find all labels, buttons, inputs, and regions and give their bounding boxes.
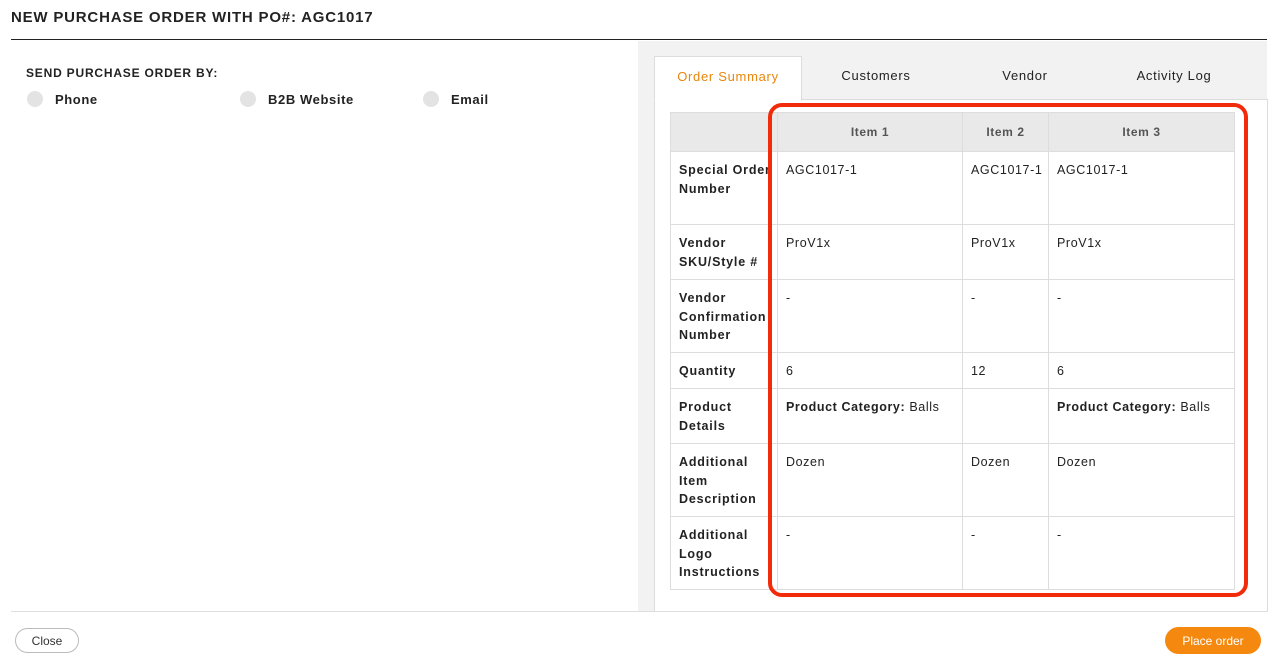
send-method-label: SEND PURCHASE ORDER BY: (26, 66, 219, 80)
radio-phone-label: Phone (55, 91, 98, 107)
table-row: Vendor SKU/Style # ProV1x ProV1x ProV1x (670, 224, 1235, 280)
table-cell: AGC1017-1 (777, 151, 963, 225)
radio-circle-icon[interactable] (27, 91, 43, 107)
table-row: Vendor Confirmation Number - - - (670, 279, 1235, 353)
radio-b2b-website[interactable]: B2B Website (240, 91, 354, 107)
table-cell: Dozen (1048, 443, 1235, 517)
close-button[interactable]: Close (15, 628, 79, 653)
row-label: Vendor SKU/Style # (670, 224, 778, 280)
table-cell: ProV1x (1048, 224, 1235, 280)
table-cell: AGC1017-1 (1048, 151, 1235, 225)
table-cell (962, 388, 1049, 444)
table-row: Special Order Number AGC1017-1 AGC1017-1… (670, 151, 1235, 225)
row-label: Vendor Confirmation Number (670, 279, 778, 353)
row-label: Additional Logo Instructions (670, 516, 778, 590)
radio-email-label: Email (451, 91, 489, 107)
column-header: Item 2 (962, 112, 1049, 152)
tab-order-summary[interactable]: Order Summary (654, 56, 802, 101)
tab-customers[interactable]: Customers (803, 56, 949, 99)
place-order-button[interactable]: Place order (1165, 627, 1261, 654)
table-cell: - (777, 516, 963, 590)
table-cell: - (962, 516, 1049, 590)
row-label: Product Details (670, 388, 778, 444)
table-cell: - (962, 279, 1049, 353)
table-cell: 6 (1048, 352, 1235, 389)
table-cell: Product Category: Balls (1048, 388, 1235, 444)
product-category-key: Product Category: (1057, 400, 1177, 414)
tab-bar: Order Summary Customers Vendor Activity … (654, 56, 1266, 101)
modal-title: NEW PURCHASE ORDER WITH PO#: AGC1017 (11, 9, 374, 26)
table-cell: Product Category: Balls (777, 388, 963, 444)
tab-vendor[interactable]: Vendor (952, 56, 1098, 99)
table-header-row: Item 1 Item 2 Item 3 (670, 112, 1235, 152)
table-row: Additional Logo Instructions - - - (670, 516, 1235, 590)
column-header: Item 3 (1048, 112, 1235, 152)
table-row: Additional Item Description Dozen Dozen … (670, 443, 1235, 517)
table-cell: - (777, 279, 963, 353)
table-cell: ProV1x (777, 224, 963, 280)
table-cell: ProV1x (962, 224, 1049, 280)
tab-activity-log[interactable]: Activity Log (1101, 56, 1247, 99)
radio-b2b-website-label: B2B Website (268, 91, 354, 107)
send-method-panel: SEND PURCHASE ORDER BY: Phone B2B Websit… (11, 41, 638, 611)
product-category-value: Balls (1180, 400, 1211, 414)
column-header: Item 1 (777, 112, 963, 152)
title-divider (11, 39, 1267, 40)
table-cell: 6 (777, 352, 963, 389)
footer-divider (11, 611, 1267, 612)
radio-circle-icon[interactable] (240, 91, 256, 107)
radio-circle-icon[interactable] (423, 91, 439, 107)
radio-email[interactable]: Email (423, 91, 489, 107)
table-cell: Dozen (777, 443, 963, 517)
table-row: Quantity 6 12 6 (670, 352, 1235, 389)
table-row: Product Details Product Category: Balls … (670, 388, 1235, 444)
table-cell: - (1048, 516, 1235, 590)
table-cell: 12 (962, 352, 1049, 389)
product-category-key: Product Category: (786, 400, 906, 414)
product-category-value: Balls (909, 400, 940, 414)
row-label: Quantity (670, 352, 778, 389)
radio-phone[interactable]: Phone (27, 91, 98, 107)
table-cell: - (1048, 279, 1235, 353)
table-cell: AGC1017-1 (962, 151, 1049, 225)
row-label: Special Order Number (670, 151, 778, 225)
table-cell: Dozen (962, 443, 1049, 517)
row-label: Additional Item Description (670, 443, 778, 517)
order-summary-table: Item 1 Item 2 Item 3 Special Order Numbe… (670, 112, 1235, 590)
corner-header-cell (670, 112, 778, 152)
